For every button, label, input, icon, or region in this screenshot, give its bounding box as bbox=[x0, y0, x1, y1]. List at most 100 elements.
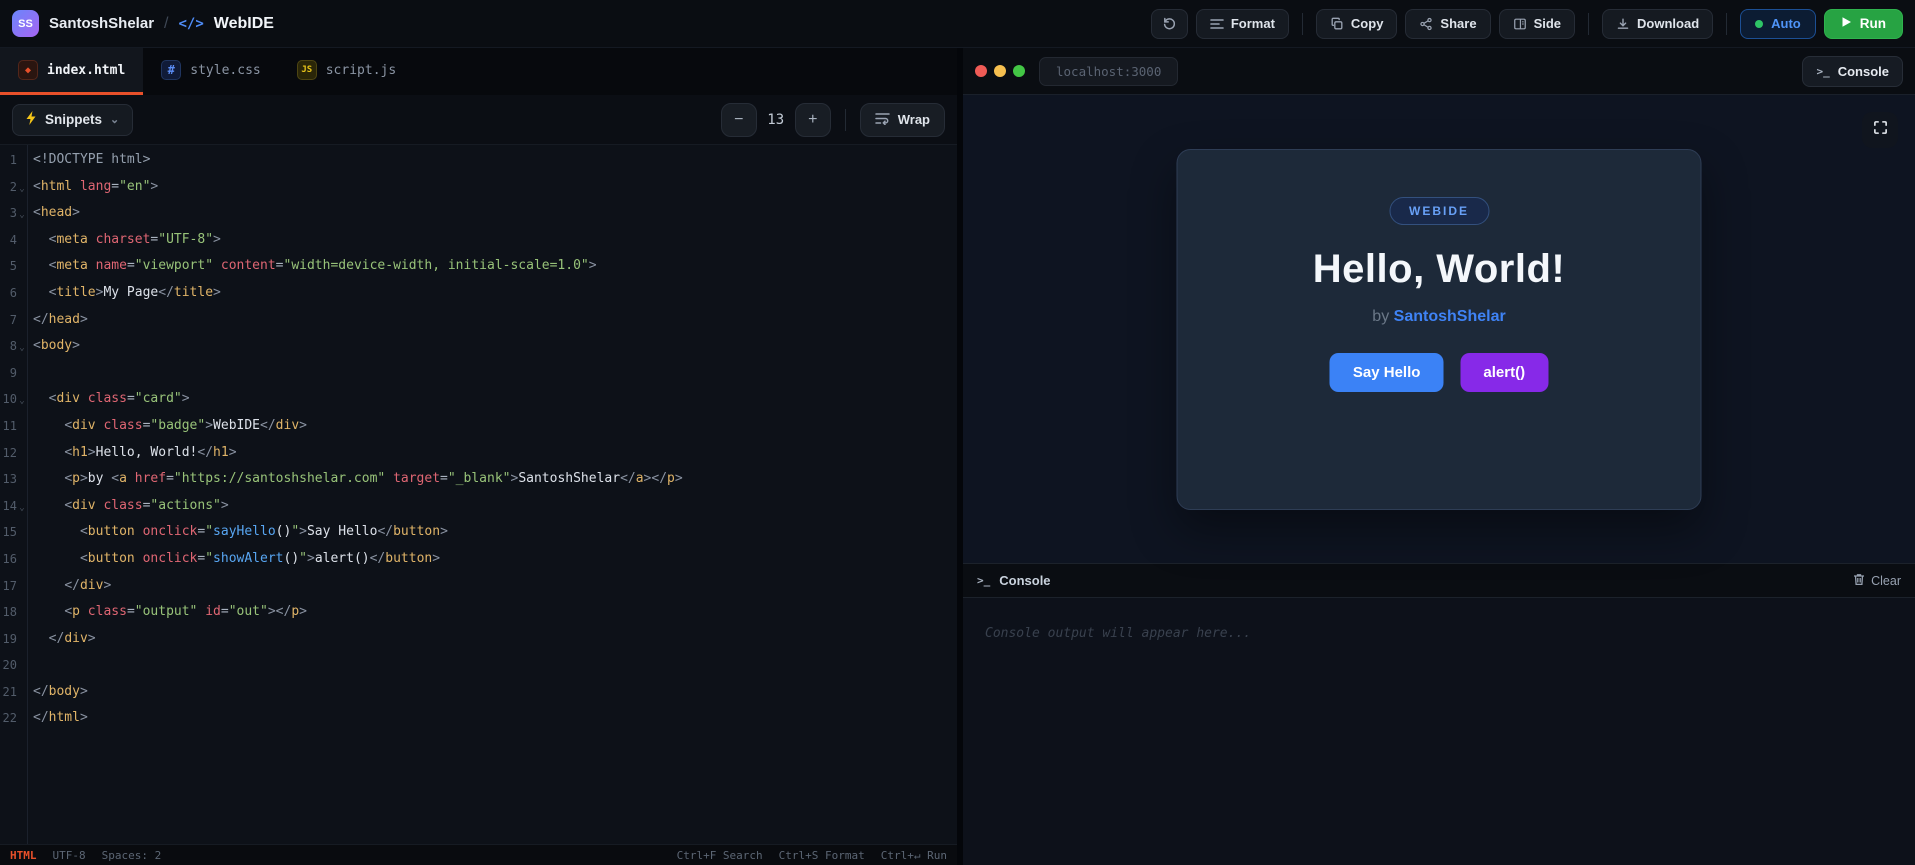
wrap-toggle-button[interactable]: Wrap bbox=[859, 102, 945, 137]
download-icon bbox=[1616, 17, 1630, 31]
code-line[interactable] bbox=[33, 652, 957, 679]
code-line[interactable]: <!DOCTYPE html> bbox=[33, 147, 957, 174]
webide-badge: WEBIDE bbox=[1389, 197, 1489, 225]
font-decrease-button[interactable]: − bbox=[720, 102, 757, 137]
code-line[interactable] bbox=[33, 360, 957, 387]
code-line[interactable]: <div class="card"> bbox=[33, 386, 957, 413]
divider bbox=[844, 108, 846, 131]
code-token: by bbox=[87, 471, 112, 487]
console-title-group: >_ Console bbox=[977, 573, 1051, 588]
clear-label: Clear bbox=[1871, 573, 1901, 588]
run-button[interactable]: Run bbox=[1823, 8, 1903, 39]
code-line[interactable]: <head> bbox=[33, 200, 957, 227]
snippets-label: Snippets bbox=[45, 112, 103, 127]
code-token: < bbox=[33, 338, 41, 354]
code-line[interactable]: </div> bbox=[33, 626, 957, 653]
code-line[interactable]: </html> bbox=[33, 705, 957, 732]
code-token: < bbox=[33, 178, 41, 194]
code-token: > bbox=[72, 205, 80, 221]
code-line[interactable]: <button onclick="sayHello()">Say Hello</… bbox=[33, 519, 957, 546]
gutter-cell: 1 bbox=[0, 147, 27, 174]
code-token: </ bbox=[64, 577, 80, 593]
code-token: My Page bbox=[103, 284, 159, 300]
code-token: > bbox=[79, 683, 88, 699]
clear-console-button[interactable]: Clear bbox=[1853, 573, 1901, 589]
tab-index-html[interactable]: ◆ index.html bbox=[0, 48, 144, 95]
code-token: body bbox=[40, 338, 73, 354]
code-line[interactable]: </body> bbox=[33, 679, 957, 706]
code-line[interactable]: <meta charset="UTF-8"> bbox=[33, 227, 957, 254]
font-increase-button[interactable]: + bbox=[794, 102, 831, 137]
editor-toolbar: Snippets ⌄ − 13 + Wrap bbox=[0, 95, 957, 145]
line-number: 5 bbox=[9, 259, 17, 274]
code-token: </ bbox=[33, 683, 49, 699]
copy-button[interactable]: Copy bbox=[1315, 8, 1398, 39]
code-token: button bbox=[87, 550, 135, 566]
code-line[interactable]: </div> bbox=[33, 573, 957, 600]
code-line[interactable]: <div class="actions"> bbox=[33, 493, 957, 520]
format-button[interactable]: Format bbox=[1195, 8, 1289, 39]
code-token: sayHello bbox=[213, 524, 276, 540]
fold-caret-icon[interactable]: ⌄ bbox=[17, 176, 27, 203]
download-button[interactable]: Download bbox=[1602, 8, 1714, 39]
code-line[interactable]: <body> bbox=[33, 333, 957, 360]
console-toggle-button[interactable]: >_ Console bbox=[1802, 55, 1903, 87]
fold-caret-icon[interactable]: ⌄ bbox=[17, 335, 27, 362]
fold-caret-icon[interactable]: ⌄ bbox=[17, 495, 27, 522]
line-number: 22 bbox=[2, 711, 17, 726]
gutter-cell: 11 bbox=[0, 413, 27, 440]
format-icon bbox=[1210, 18, 1224, 30]
snippets-dropdown[interactable]: Snippets ⌄ bbox=[12, 103, 134, 136]
encoding-label: UTF-8 bbox=[52, 848, 86, 862]
code-token: " bbox=[291, 524, 300, 540]
console-title: Console bbox=[999, 573, 1051, 588]
fold-caret-icon[interactable]: ⌄ bbox=[17, 388, 27, 415]
line-number: 14 bbox=[2, 498, 17, 513]
fullscreen-button[interactable] bbox=[1862, 112, 1898, 148]
preview-header: localhost:3000 >_ Console bbox=[963, 48, 1915, 95]
shortcut-search: Ctrl+F Search bbox=[676, 848, 763, 862]
line-number: 17 bbox=[2, 578, 17, 593]
project-name: SantoshShelar bbox=[49, 15, 155, 32]
author-link[interactable]: SantoshShelar bbox=[1394, 308, 1506, 325]
code-line[interactable]: </head> bbox=[33, 307, 957, 334]
tab-style-css[interactable]: # style.css bbox=[143, 48, 278, 95]
reset-button[interactable] bbox=[1150, 8, 1188, 39]
code-line[interactable]: <html lang="en"> bbox=[33, 174, 957, 201]
code-line[interactable]: <meta name="viewport" content="width=dev… bbox=[33, 253, 957, 280]
byline-prefix: by bbox=[1372, 308, 1390, 325]
side-layout-button[interactable]: Side bbox=[1498, 8, 1576, 39]
code-token: > bbox=[220, 497, 229, 513]
code-token: > bbox=[674, 471, 683, 487]
code-token: > bbox=[432, 550, 441, 566]
copy-label: Copy bbox=[1350, 16, 1384, 31]
code-line[interactable]: <p>by <a href="https://santoshshelar.com… bbox=[33, 466, 957, 493]
gutter-cell: 14 ⌄ bbox=[0, 493, 27, 520]
code-line[interactable]: <h1>Hello, World!</h1> bbox=[33, 440, 957, 467]
code-line[interactable]: <div class="badge">WebIDE</div> bbox=[33, 413, 957, 440]
code-line[interactable]: <button onclick="showAlert()">alert()</b… bbox=[33, 546, 957, 573]
share-button[interactable]: Share bbox=[1405, 8, 1491, 39]
code-token: href bbox=[134, 471, 167, 487]
gutter-cell: 18 bbox=[0, 599, 27, 626]
tab-script-js[interactable]: JS script.js bbox=[279, 48, 414, 95]
code-token: title bbox=[56, 284, 96, 300]
terminal-icon: >_ bbox=[1816, 64, 1830, 78]
alert-button[interactable]: alert() bbox=[1460, 353, 1549, 392]
code-line[interactable]: <p class="output" id="out"></p> bbox=[33, 599, 957, 626]
code-token: "viewport" bbox=[134, 258, 214, 274]
code-editor[interactable]: 1 2 ⌄ 3 ⌄ 4 5 6 7 8 ⌄ 9 10 ⌄ 11 12 13 14 ⌄ 15 16 17 18 19 20 21 22… bbox=[0, 145, 957, 844]
code-token: > bbox=[79, 710, 88, 726]
code-line[interactable]: <title>My Page</title> bbox=[33, 280, 957, 307]
fold-caret-icon[interactable]: ⌄ bbox=[17, 202, 27, 229]
say-hello-button[interactable]: Say Hello bbox=[1329, 353, 1444, 392]
auto-toggle[interactable]: Auto bbox=[1740, 8, 1816, 39]
code-token: class bbox=[103, 497, 143, 513]
hero-title: Hello, World! bbox=[1312, 247, 1566, 291]
